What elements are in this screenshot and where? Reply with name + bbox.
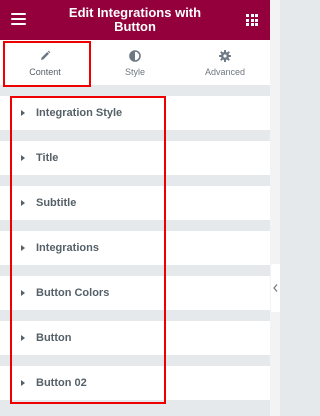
section-integration-style[interactable]: Integration Style	[0, 96, 270, 130]
hamburger-icon[interactable]	[11, 13, 26, 25]
tab-style[interactable]: Style	[90, 40, 180, 85]
panel-header: Edit Integrations with Button	[0, 0, 270, 40]
tab-style-label: Style	[124, 66, 145, 77]
section-button[interactable]: Button	[0, 321, 270, 355]
section-button-colors[interactable]: Button Colors	[0, 276, 270, 310]
tab-content[interactable]: Content	[0, 40, 90, 85]
tab-advanced[interactable]: Advanced	[180, 40, 270, 85]
section-label: Button	[36, 332, 72, 344]
section-label: Title	[36, 152, 59, 164]
section-label: Button Colors	[36, 287, 110, 299]
section-label: Integration Style	[36, 107, 123, 119]
caret-right-icon	[21, 290, 25, 296]
section-label: Button 02	[36, 377, 87, 389]
editor-edge-strip	[270, 0, 280, 416]
section-title[interactable]: Title	[0, 141, 270, 175]
gear-icon	[219, 49, 231, 63]
caret-right-icon	[21, 155, 25, 161]
tab-content-label: Content	[29, 66, 61, 77]
section-list: Integration Style Title Subtitle Integra…	[0, 96, 270, 411]
section-button-02[interactable]: Button 02	[0, 366, 270, 400]
grid-icon[interactable]	[246, 14, 258, 26]
section-subtitle[interactable]: Subtitle	[0, 186, 270, 220]
panel-tabs: Content Style Advanced	[0, 40, 270, 86]
section-label: Integrations	[36, 242, 99, 254]
caret-right-icon	[21, 110, 25, 116]
caret-right-icon	[21, 335, 25, 341]
collapse-panel-toggle[interactable]	[271, 264, 280, 312]
caret-right-icon	[21, 380, 25, 386]
tab-advanced-label: Advanced	[204, 66, 246, 77]
half-circle-icon	[129, 49, 141, 63]
panel-title: Edit Integrations with Button	[68, 5, 202, 34]
pencil-icon	[39, 49, 51, 63]
section-label: Subtitle	[36, 197, 77, 209]
section-integrations[interactable]: Integrations	[0, 231, 270, 265]
caret-right-icon	[21, 200, 25, 206]
chevron-left-icon	[273, 284, 278, 292]
caret-right-icon	[21, 245, 25, 251]
